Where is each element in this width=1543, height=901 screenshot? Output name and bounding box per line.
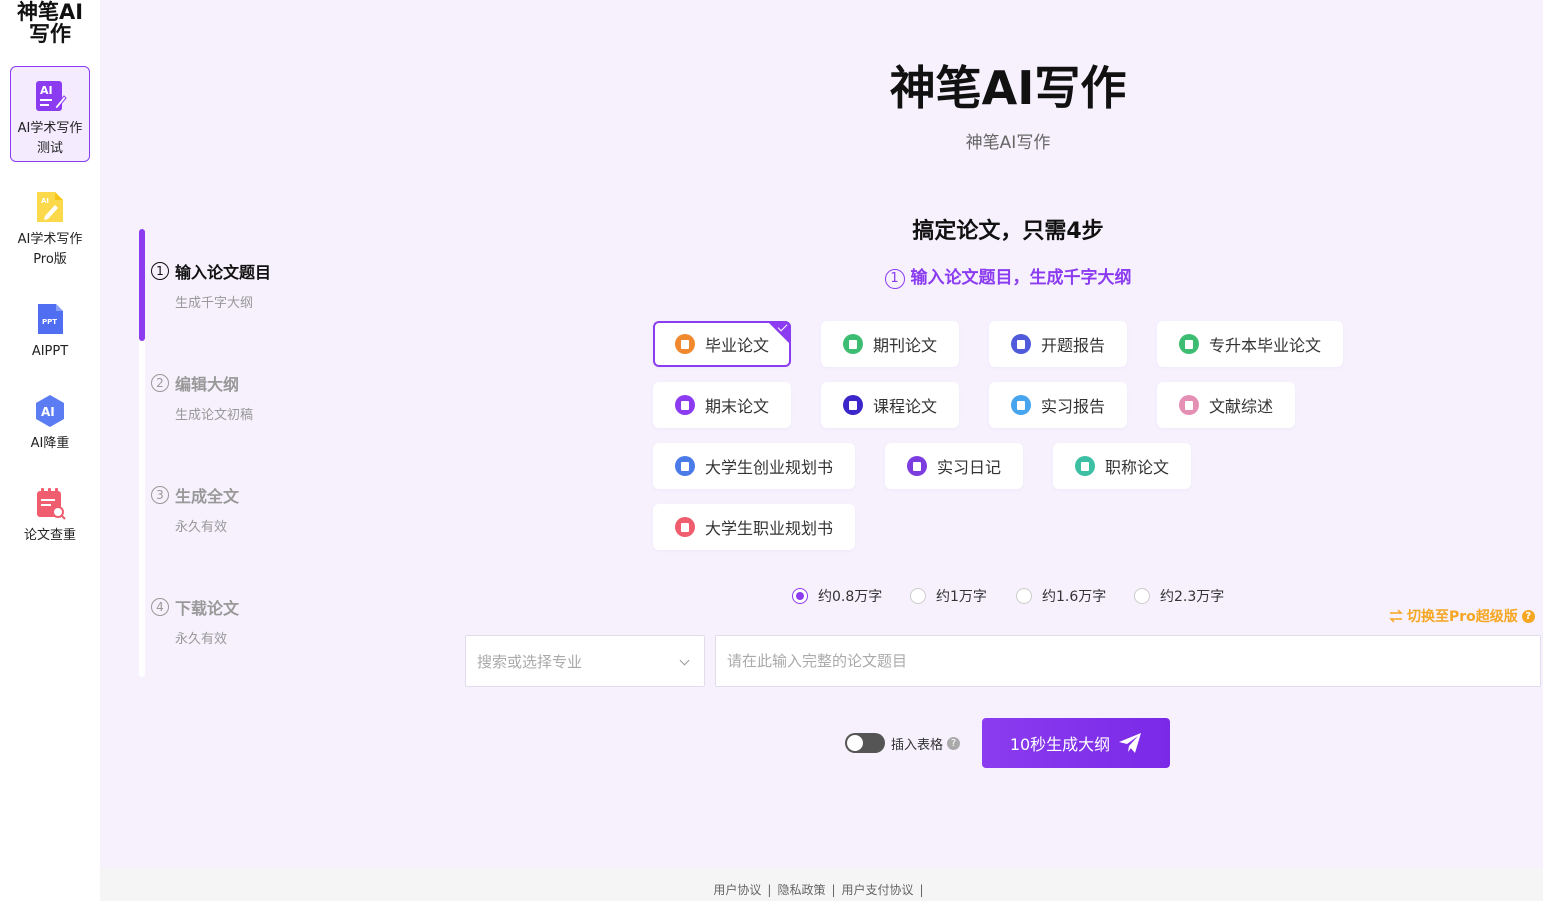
ai-writing-icon: AI xyxy=(36,81,67,111)
footer-link-payment-agreement[interactable]: 用户支付协议 xyxy=(842,883,914,897)
ai-hexagon-icon: AI xyxy=(36,395,64,427)
footer-link-privacy-policy[interactable]: 隐私政策 xyxy=(777,883,825,897)
type-chip-graduation-thesis[interactable]: 毕业论文 xyxy=(653,321,791,367)
plagiarism-check-icon xyxy=(37,488,66,520)
type-chip-literature-review[interactable]: 文献综述 xyxy=(1157,382,1295,428)
logo: 神笔AI 写作 xyxy=(16,0,84,46)
steps-progress-track xyxy=(139,229,145,677)
type-icon xyxy=(675,517,695,537)
type-chip-final-paper[interactable]: 期末论文 xyxy=(653,382,791,428)
radio-button[interactable] xyxy=(1016,588,1032,604)
type-chip-startup-plan[interactable]: 大学生创业规划书 xyxy=(653,443,855,489)
word-count-radio-0-8w[interactable]: 约0.8万字 xyxy=(792,586,882,606)
type-icon xyxy=(843,395,863,415)
sidebar-item-ai-academic-writing-pro[interactable]: AI AI学术写作Pro版 xyxy=(10,178,90,274)
insert-table-toggle[interactable] xyxy=(845,733,885,753)
insert-table-label: 插入表格 ? xyxy=(891,734,961,753)
ppt-icon: PPT xyxy=(38,304,63,334)
radio-button[interactable] xyxy=(1134,588,1150,604)
type-chip-professional-title-paper[interactable]: 职称论文 xyxy=(1053,443,1191,489)
type-chip-course-paper[interactable]: 课程论文 xyxy=(821,382,959,428)
svg-text:AI: AI xyxy=(40,84,53,97)
type-icon xyxy=(1179,334,1199,354)
checkmark-icon xyxy=(767,321,791,345)
type-icon xyxy=(675,395,695,415)
type-icon xyxy=(675,456,695,476)
sidebar-item-aippt[interactable]: PPT AIPPT xyxy=(10,290,90,386)
send-icon xyxy=(1119,733,1142,753)
word-count-radio-1-6w[interactable]: 约1.6万字 xyxy=(1016,586,1106,606)
svg-text:AI: AI xyxy=(41,405,55,419)
generate-outline-button[interactable]: 10秒生成大纲 xyxy=(982,718,1170,768)
type-chip-career-plan[interactable]: 大学生职业规划书 xyxy=(653,504,855,550)
help-icon[interactable]: ? xyxy=(947,737,961,750)
svg-text:AI: AI xyxy=(41,197,49,205)
page-title: 神笔AI写作 xyxy=(889,61,1127,115)
type-icon xyxy=(843,334,863,354)
sidebar: 神笔AI 写作 AI AI学术写作测试 AI AI学术写作Pro版 PPT AI… xyxy=(0,0,100,901)
sidebar-item-plagiarism-check[interactable]: 论文查重 xyxy=(10,474,90,570)
footer: 用户协议 | 隐私政策 | 用户支付协议 | xyxy=(100,868,1543,901)
switch-icon xyxy=(1389,609,1403,623)
paper-title-input[interactable] xyxy=(715,635,1541,687)
type-chip-internship-diary[interactable]: 实习日记 xyxy=(885,443,1023,489)
type-chip-proposal-report[interactable]: 开题报告 xyxy=(989,321,1127,367)
type-chip-upgrade-thesis[interactable]: 专升本毕业论文 xyxy=(1157,321,1343,367)
step-1: 1 输入论文题目 生成千字大纲 xyxy=(151,260,351,311)
radio-button[interactable] xyxy=(792,588,808,604)
steps-heading: 搞定论文，只需4步 xyxy=(912,219,1104,244)
help-icon[interactable]: ? xyxy=(1521,609,1535,623)
word-count-radio-1w[interactable]: 约1万字 xyxy=(910,586,987,606)
svg-text:PPT: PPT xyxy=(42,318,57,326)
switch-to-pro-link[interactable]: 切换至Pro超级版 ? xyxy=(1388,606,1535,626)
type-icon xyxy=(1075,456,1095,476)
chevron-down-icon xyxy=(679,655,690,666)
type-icon xyxy=(1011,334,1031,354)
word-count-radio-2-3w[interactable]: 约2.3万字 xyxy=(1134,586,1224,606)
type-chip-internship-report[interactable]: 实习报告 xyxy=(989,382,1127,428)
page-subtitle: 神笔AI写作 xyxy=(965,133,1051,153)
type-icon xyxy=(1179,395,1199,415)
step-3: 3 生成全文 永久有效 xyxy=(151,484,351,535)
current-step-hint: 1 输入论文题目，生成千字大纲 xyxy=(700,263,1316,289)
radio-button[interactable] xyxy=(910,588,926,604)
footer-link-user-agreement[interactable]: 用户协议 xyxy=(713,883,761,897)
major-select[interactable]: 搜索或选择专业 xyxy=(465,635,705,687)
sidebar-item-ai-rewrite[interactable]: AI AI降重 xyxy=(10,382,90,478)
steps-progress-fill xyxy=(139,229,145,341)
type-icon xyxy=(675,334,695,354)
type-chip-journal-paper[interactable]: 期刊论文 xyxy=(821,321,959,367)
type-icon xyxy=(1011,395,1031,415)
sidebar-item-ai-academic-writing-test[interactable]: AI AI学术写作测试 xyxy=(10,66,90,162)
step-4: 4 下载论文 永久有效 xyxy=(151,596,351,647)
type-icon xyxy=(907,456,927,476)
pro-writing-icon: AI xyxy=(37,192,63,222)
step-2: 2 编辑大纲 生成论文初稿 xyxy=(151,372,351,423)
